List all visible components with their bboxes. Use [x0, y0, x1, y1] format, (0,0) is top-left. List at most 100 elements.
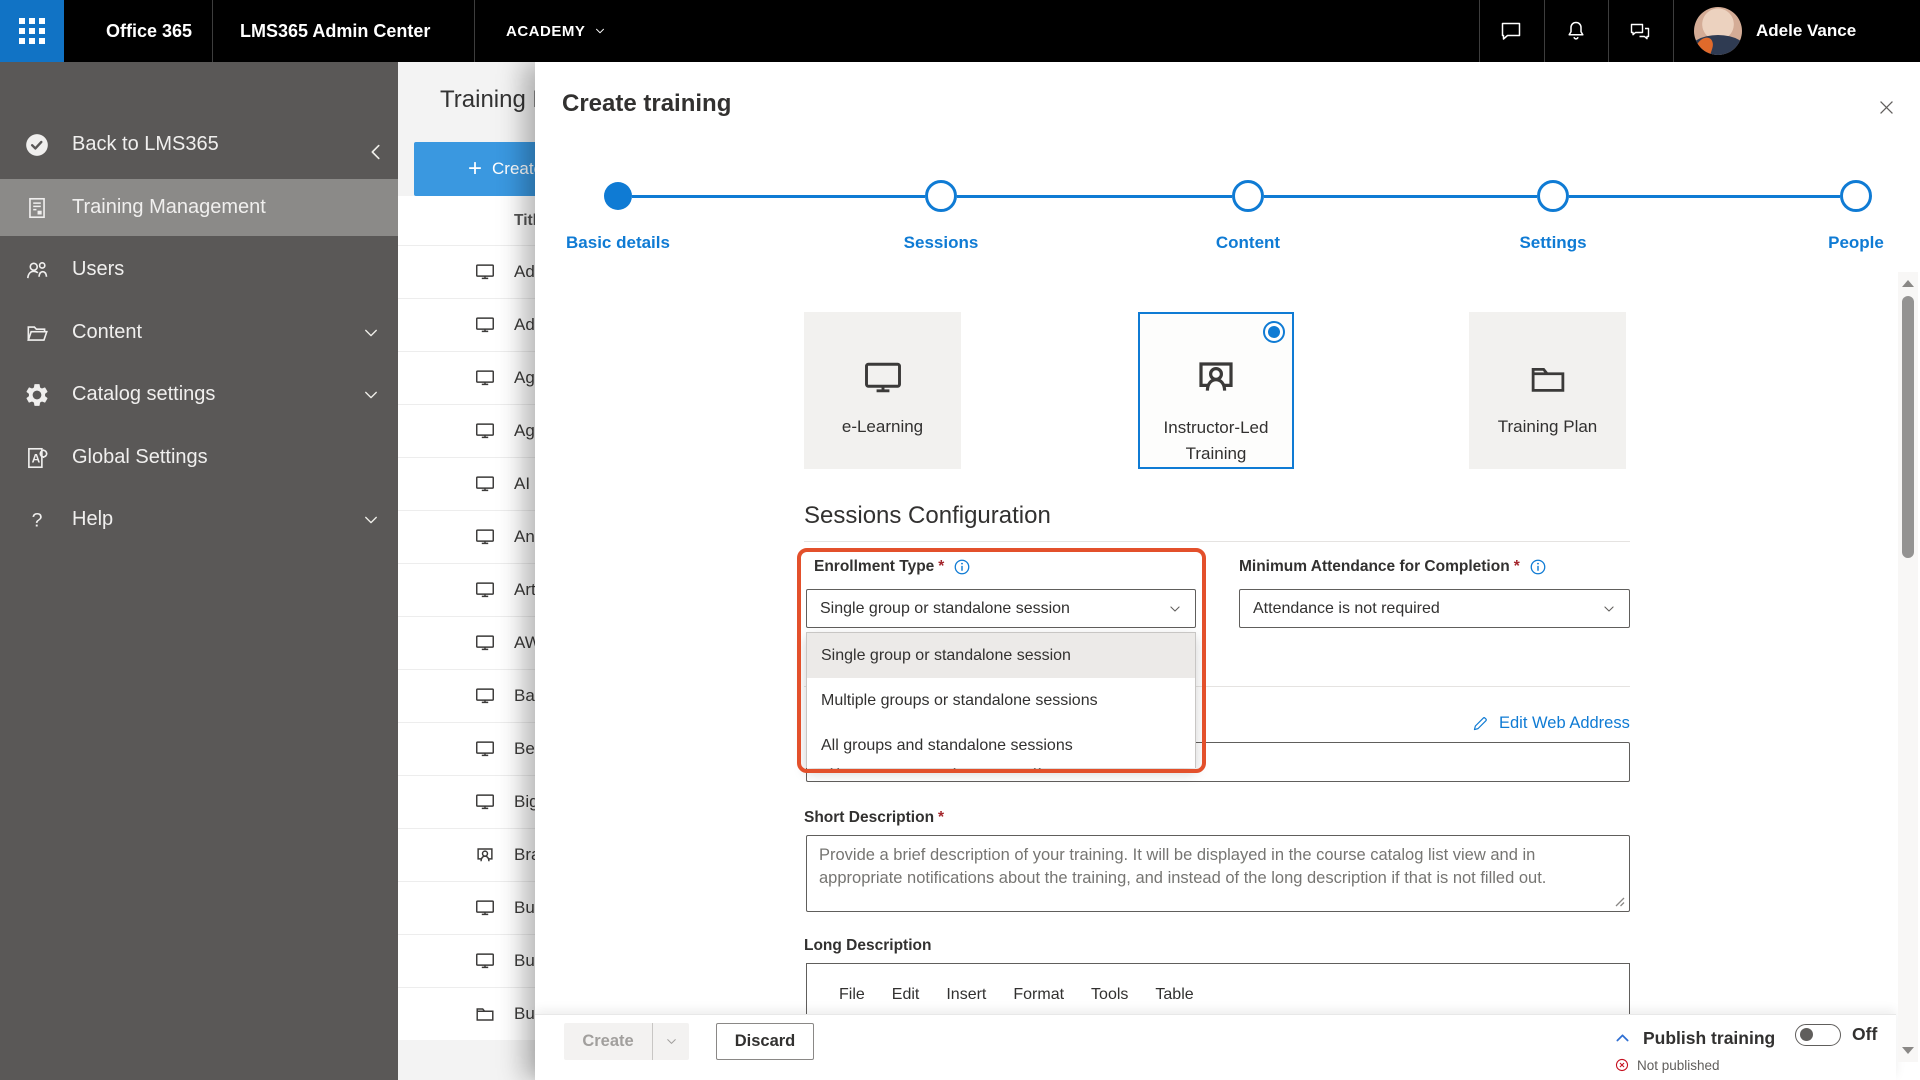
training-document-icon — [24, 195, 50, 221]
chevron-down-icon — [665, 1035, 678, 1048]
sidebar-item-back-to-lms365[interactable]: Back to LMS365 — [0, 116, 398, 173]
tenant-selector[interactable]: ACADEMY — [506, 0, 606, 62]
monitor-icon — [474, 473, 496, 495]
menu-table[interactable]: Table — [1155, 986, 1193, 1004]
scroll-up-arrow[interactable] — [1902, 280, 1914, 287]
create-training-modal: Create training Basic details Sessions C… — [535, 62, 1920, 1080]
menu-tools[interactable]: Tools — [1091, 986, 1128, 1004]
monitor-icon — [474, 579, 496, 601]
feedback-icon — [1628, 19, 1652, 43]
instructor-icon — [1191, 350, 1241, 401]
dropdown-option-single-group[interactable]: Single group or standalone session — [807, 633, 1195, 678]
monitor-icon — [858, 348, 908, 400]
feedback-button[interactable] — [1608, 0, 1672, 62]
monitor-icon — [474, 685, 496, 707]
menu-insert[interactable]: Insert — [946, 986, 986, 1004]
short-description-textarea[interactable] — [806, 835, 1630, 912]
modal-scrollbar[interactable] — [1898, 272, 1918, 1062]
folder-open-icon — [24, 320, 50, 346]
required-asterisk: * — [938, 809, 945, 826]
step-label-sessions[interactable]: Sessions — [841, 233, 1041, 253]
monitor-icon — [474, 420, 496, 442]
close-icon — [1877, 98, 1896, 117]
scrollbar-thumb[interactable] — [1902, 296, 1914, 558]
chat-icon — [1499, 19, 1523, 43]
scroll-down-arrow[interactable] — [1902, 1047, 1914, 1054]
sidebar-item-users[interactable]: Users — [0, 241, 398, 298]
divider — [474, 0, 475, 62]
sidebar-item-label: Catalog settings — [72, 383, 216, 405]
edit-web-address-link[interactable]: Edit Web Address — [1472, 711, 1630, 735]
menu-edit[interactable]: Edit — [892, 986, 920, 1004]
info-icon[interactable] — [1529, 558, 1547, 576]
create-dropdown-button[interactable] — [652, 1023, 689, 1060]
office-365-link[interactable]: Office 365 — [106, 0, 192, 62]
tenant-label: ACADEMY — [506, 22, 586, 40]
menu-file[interactable]: File — [839, 986, 865, 1004]
monitor-icon — [474, 314, 496, 336]
discard-button[interactable]: Discard — [716, 1023, 814, 1060]
folder-icon — [474, 1003, 496, 1025]
sidebar-item-global-settings[interactable]: Global Settings — [0, 429, 398, 486]
plus-icon: + — [468, 155, 483, 182]
chevron-down-icon — [594, 25, 606, 37]
card-label: Training Plan — [1497, 417, 1598, 436]
sidebar-item-content[interactable]: Content — [0, 304, 398, 361]
enrollment-type-select[interactable]: Single group or standalone session — [806, 589, 1196, 628]
monitor-icon — [474, 897, 496, 919]
selected-value: Attendance is not required — [1253, 599, 1440, 617]
sidebar-item-catalog-settings[interactable]: Catalog settings — [0, 366, 398, 423]
create-split-button[interactable]: Create — [564, 1023, 689, 1060]
enrollment-type-dropdown-list: Single group or standalone session Multi… — [806, 632, 1196, 768]
step-label-content[interactable]: Content — [1148, 233, 1348, 253]
card-instructor-led-training[interactable]: Instructor-Led Training — [1138, 312, 1294, 469]
chevron-down-icon — [1602, 602, 1616, 616]
screen: Office 365 LMS365 Admin Center ACADEMY A… — [0, 0, 1920, 1080]
chevron-down-icon — [362, 386, 380, 404]
chevron-down-icon — [362, 324, 380, 342]
step-label-people[interactable]: People — [1756, 233, 1920, 253]
publish-toggle[interactable] — [1795, 1024, 1841, 1046]
sidebar-item-label: Users — [72, 258, 125, 280]
publish-training-control[interactable]: Publish training — [1613, 1025, 1775, 1051]
divider — [1673, 0, 1674, 62]
long-description-label: Long Description — [804, 937, 932, 954]
editor-menubar: File Edit Insert Format Tools Table — [807, 964, 1629, 1004]
avatar[interactable] — [1694, 7, 1742, 55]
step-label-basic-details[interactable]: Basic details — [518, 233, 718, 253]
close-button[interactable] — [1872, 93, 1900, 121]
card-label: Instructor-Led Training — [1163, 418, 1269, 463]
step-people-dot[interactable] — [1840, 180, 1872, 212]
step-settings-dot[interactable] — [1537, 180, 1569, 212]
info-icon[interactable] — [953, 558, 971, 576]
step-content-dot[interactable] — [1232, 180, 1264, 212]
dropdown-option-multiple-groups[interactable]: Multiple groups or standalone sessions — [807, 678, 1195, 723]
selected-value: Single group or standalone session — [820, 599, 1070, 617]
dropdown-option-all-groups[interactable]: All groups and standalone sessions — [807, 723, 1195, 768]
sidebar-item-training-management[interactable]: Training Management — [0, 179, 398, 236]
step-sessions-dot[interactable] — [925, 180, 957, 212]
sidebar-item-help[interactable]: Help — [0, 491, 398, 548]
sidebar-item-label: Training Management — [72, 196, 266, 218]
caret-up-icon — [1613, 1029, 1632, 1048]
card-e-learning[interactable]: e-Learning — [804, 312, 961, 469]
step-connector — [1264, 195, 1537, 198]
attendance-select[interactable]: Attendance is not required — [1239, 589, 1630, 628]
card-label: e-Learning — [841, 417, 924, 436]
required-asterisk: * — [1513, 558, 1520, 575]
gear-icon — [24, 382, 50, 408]
notifications-button[interactable] — [1544, 0, 1608, 62]
sessions-configuration-heading: Sessions Configuration — [804, 502, 1051, 529]
min-attendance-label: Minimum Attendance for Completion * — [1239, 556, 1547, 578]
enrollment-type-label: Enrollment Type * — [814, 556, 971, 578]
create-button[interactable]: Create — [564, 1023, 652, 1060]
chat-button[interactable] — [1479, 0, 1543, 62]
card-training-plan[interactable]: Training Plan — [1469, 312, 1626, 469]
monitor-icon — [474, 261, 496, 283]
step-label-settings[interactable]: Settings — [1453, 233, 1653, 253]
menu-format[interactable]: Format — [1013, 986, 1064, 1004]
divider — [212, 0, 213, 62]
short-description-label: Short Description * — [804, 809, 945, 826]
step-basic-details-dot[interactable] — [604, 182, 632, 210]
app-launcher-button[interactable] — [0, 0, 64, 62]
